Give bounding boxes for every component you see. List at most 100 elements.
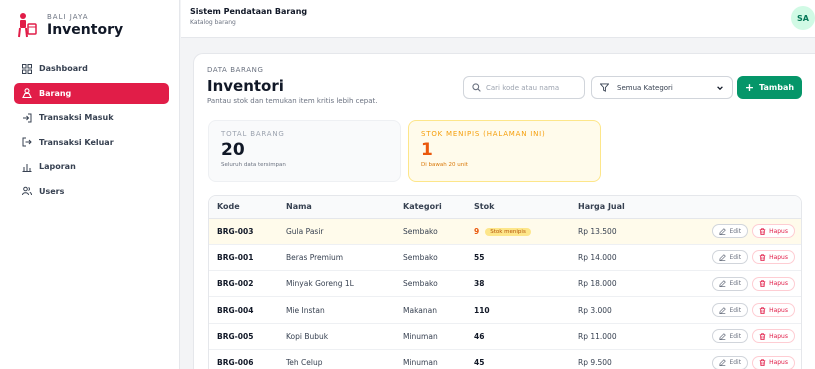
- sidebar-item-users[interactable]: Users: [14, 181, 169, 202]
- edit-button[interactable]: Edit: [712, 276, 749, 291]
- delete-label: Hapus: [769, 332, 788, 340]
- avatar[interactable]: SA: [791, 6, 815, 30]
- cell-actions: Edit Hapus: [665, 349, 801, 369]
- sidebar-item-transaksi-keluar[interactable]: Transaksi Keluar: [14, 132, 169, 153]
- table-header-row: Kode Nama Kategori Stok Harga Jual: [209, 196, 801, 219]
- cell-harga: Rp 14.000: [578, 252, 617, 262]
- sidebar-item-laporan[interactable]: Laporan: [14, 156, 169, 177]
- pencil-icon: [719, 359, 727, 367]
- search-box[interactable]: [463, 76, 585, 99]
- edit-label: Edit: [729, 359, 742, 367]
- delete-button[interactable]: Hapus: [752, 224, 795, 239]
- header-title: Sistem Pendataan Barang: [190, 7, 308, 16]
- edit-button[interactable]: Edit: [712, 250, 749, 265]
- search-icon: [472, 83, 481, 92]
- cell-stok: 46: [466, 323, 570, 349]
- stat-total-label: TOTAL BARANG: [221, 130, 285, 138]
- trash-icon: [759, 306, 766, 314]
- header-subtitle: Katalog barang: [190, 19, 236, 26]
- pencil-icon: [719, 306, 727, 314]
- delete-button[interactable]: Hapus: [752, 329, 795, 344]
- delete-button[interactable]: Hapus: [752, 355, 795, 369]
- delete-label: Hapus: [769, 280, 788, 288]
- stok-value: 45: [474, 358, 485, 368]
- sidebar-nav: Dashboard Barang Transaksi Masuk Transak…: [14, 58, 169, 205]
- trash-icon: [759, 333, 766, 340]
- cell-stok: 110: [466, 297, 570, 323]
- cell-harga: Rp 9.500: [578, 358, 612, 368]
- brand[interactable]: BALI JAYA Inventory: [17, 12, 123, 38]
- column-header-stok[interactable]: Stok: [466, 196, 570, 219]
- edit-label: Edit: [729, 253, 742, 261]
- cell-nama: Teh Celup: [286, 358, 323, 368]
- edit-button[interactable]: Edit: [712, 329, 749, 344]
- edit-label: Edit: [729, 332, 742, 340]
- stat-total-note: Seluruh data tersimpan: [221, 162, 286, 168]
- stat-card-total: TOTAL BARANG 20 Seluruh data tersimpan: [208, 120, 401, 182]
- edit-button[interactable]: Edit: [712, 303, 749, 318]
- table-row[interactable]: BRG-005 Kopi Bubuk Minuman 46 Rp 11.000 Edit H…: [209, 323, 801, 350]
- category-select[interactable]: Semua Kategori: [591, 76, 733, 99]
- cell-harga: Rp 13.500: [578, 226, 617, 236]
- delete-button[interactable]: Hapus: [752, 276, 795, 291]
- stok-value: 38: [474, 279, 485, 289]
- edit-button[interactable]: Edit: [712, 355, 749, 369]
- pencil-icon: [719, 227, 727, 235]
- edit-label: Edit: [729, 306, 742, 314]
- login-arrow-icon: [21, 112, 33, 124]
- sidebar-item-dashboard[interactable]: Dashboard: [14, 58, 169, 79]
- column-header-nama[interactable]: Nama: [278, 196, 395, 219]
- cell-harga: Rp 11.000: [578, 331, 617, 341]
- cell-actions: Edit Hapus: [665, 323, 801, 349]
- table-row[interactable]: BRG-004 Mie Instan Makanan 110 Rp 3.000 Edit H…: [209, 297, 801, 324]
- table-row[interactable]: BRG-001 Beras Premium Sembako 55 Rp 14.000 Ed…: [209, 244, 801, 271]
- cell-kode: BRG-005: [217, 331, 254, 341]
- sidebar-item-barang[interactable]: Barang: [14, 82, 169, 104]
- topbar: Sistem Pendataan Barang Katalog barang S…: [181, 0, 815, 38]
- column-header-kode[interactable]: Kode: [209, 196, 278, 219]
- delete-label: Hapus: [769, 253, 788, 261]
- cell-kode: BRG-004: [217, 305, 254, 315]
- column-header-actions: [665, 196, 801, 219]
- sidebar-item-label: Barang: [39, 88, 72, 98]
- table-row[interactable]: BRG-006 Teh Celup Minuman 45 Rp 9.500 Edit Hap…: [209, 349, 801, 369]
- column-header-harga[interactable]: Harga Jual: [570, 196, 665, 219]
- category-select-value: Semua Kategori: [617, 83, 673, 92]
- delete-label: Hapus: [769, 227, 788, 235]
- pencil-icon: [719, 254, 727, 261]
- cell-kode: BRG-001: [217, 252, 254, 262]
- cell-kategori: Minuman: [403, 358, 438, 368]
- sidebar-item-label: Users: [39, 186, 65, 196]
- sidebar-item-label: Laporan: [39, 162, 76, 171]
- brand-title: Inventory: [47, 21, 124, 38]
- cell-stok: 38: [466, 271, 570, 297]
- edit-button[interactable]: Edit: [712, 224, 749, 239]
- trash-icon: [759, 280, 766, 288]
- add-item-button[interactable]: + Tambah: [737, 76, 802, 99]
- users-icon: [21, 185, 33, 197]
- stat-low-label: STOK MENIPIS (HALAMAN INI): [421, 130, 546, 138]
- pencil-icon: [719, 280, 727, 288]
- cell-harga: Rp 3.000: [578, 305, 612, 315]
- column-header-kategori[interactable]: Kategori: [395, 196, 466, 219]
- cell-actions: Edit Hapus: [665, 297, 801, 323]
- table-row[interactable]: BRG-002 Minyak Goreng 1L Sembako 38 Rp 18.00…: [209, 271, 801, 297]
- delete-button[interactable]: Hapus: [752, 303, 795, 318]
- stok-value: 110: [474, 305, 490, 315]
- cell-kode: BRG-003: [217, 226, 254, 236]
- sidebar-item-label: Dashboard: [39, 64, 88, 73]
- cell-nama: Beras Premium: [286, 252, 344, 262]
- trash-icon: [759, 359, 766, 367]
- delete-button[interactable]: Hapus: [752, 250, 795, 265]
- low-stock-badge: Stok menipis: [485, 227, 531, 236]
- search-input[interactable]: [486, 83, 580, 92]
- cell-kategori: Sembako: [403, 226, 438, 236]
- edit-label: Edit: [729, 280, 742, 288]
- grid-icon: [21, 63, 33, 75]
- brand-subtitle: BALI JAYA: [47, 12, 89, 21]
- cell-actions: Edit Hapus: [665, 244, 801, 270]
- cell-actions: Edit Hapus: [665, 271, 801, 297]
- cell-kode: BRG-006: [217, 358, 254, 368]
- table-row[interactable]: BRG-003 Gula Pasir Sembako 9 Stok menipis Rp …: [209, 218, 801, 245]
- sidebar-item-transaksi-masuk[interactable]: Transaksi Masuk: [14, 107, 169, 128]
